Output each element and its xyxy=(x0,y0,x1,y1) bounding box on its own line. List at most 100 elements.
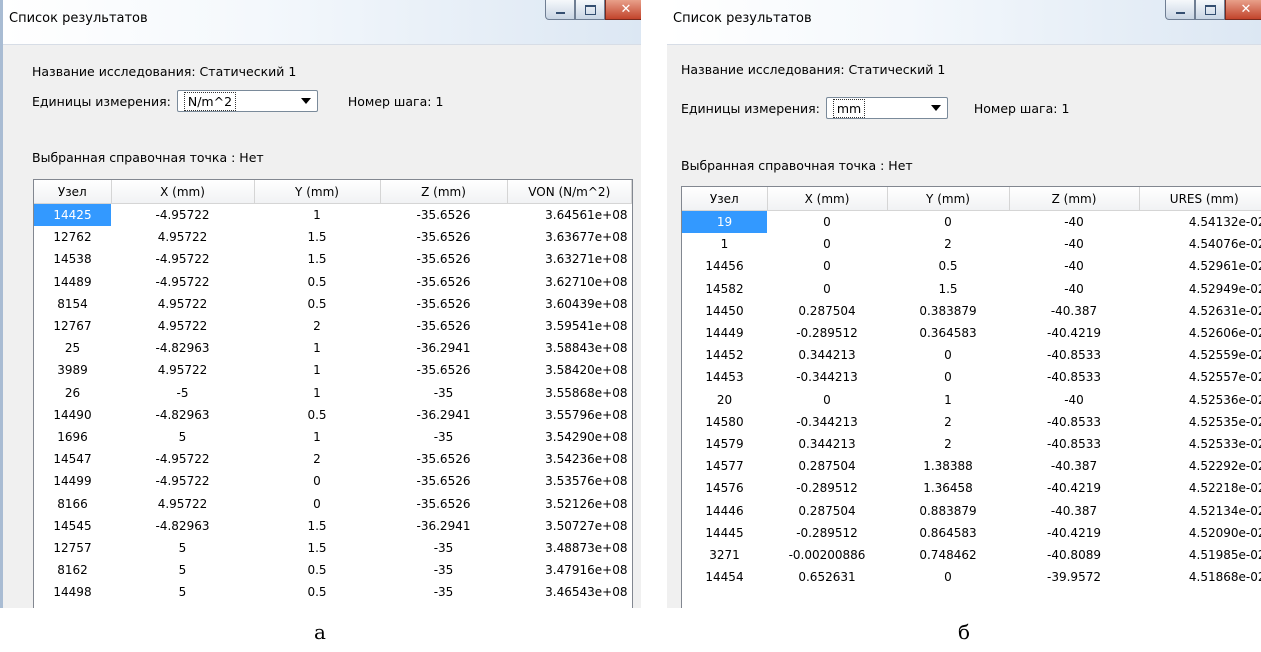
column-header[interactable]: Z (mm) xyxy=(1009,187,1140,211)
column-header[interactable]: Y (mm) xyxy=(254,180,381,204)
results-table[interactable]: Узел X (mm) Y (mm) Z (mm) URES (mm) 19 0 0 -40 4… xyxy=(681,186,1261,608)
table-row[interactable]: 14580 -0.344213 2 -40.8533 4.52535e-02 xyxy=(682,411,1261,433)
column-header[interactable]: URES (mm) xyxy=(1139,187,1261,211)
table-cell: 1.5 xyxy=(307,518,327,533)
table-row[interactable]: 26 -5 1 -35 3.55868e+08 xyxy=(34,382,632,404)
table-cell: 0 xyxy=(944,215,952,230)
table-cell: -36.2941 xyxy=(416,518,471,533)
table-cell: 1696 xyxy=(57,429,88,444)
maximize-button[interactable] xyxy=(1195,0,1225,20)
table-cell: -35.6526 xyxy=(416,208,471,223)
table-cell: 1.5 xyxy=(307,540,327,555)
table-row[interactable]: 14446 0.287504 0.883879 -40.387 4.52134e-02 xyxy=(682,499,1261,521)
results-grid: Узел X (mm) Y (mm) Z (mm) VON (N/m^2) 14425 -… xyxy=(34,180,632,603)
table-cell: 14446 xyxy=(705,503,744,518)
table-row[interactable]: 14576 -0.289512 1.36458 -40.4219 4.52218e-02 xyxy=(682,477,1261,499)
table-row[interactable]: 14489 -4.95722 0.5 -35.6526 3.62710e+08 xyxy=(34,271,632,293)
table-row[interactable]: 14449 -0.289512 0.364583 -40.4219 4.52606e-0… xyxy=(682,322,1261,344)
table-row[interactable]: 20 0 1 -40 4.52536e-02 xyxy=(682,389,1261,411)
table-row[interactable]: 3271 -0.00200886 0.748462 -40.8089 4.51985e-… xyxy=(682,544,1261,566)
title-bar[interactable]: Список результатов ✕ xyxy=(667,0,1261,45)
maximize-button[interactable] xyxy=(575,0,605,20)
table-cell: 3.47916e+08 xyxy=(545,563,628,578)
table-cell: 3.62710e+08 xyxy=(545,274,628,289)
table-cell: -40.4219 xyxy=(1047,481,1101,496)
column-header[interactable]: X (mm) xyxy=(767,187,888,211)
table-cell: -35 xyxy=(433,429,454,444)
table-row[interactable]: 25 -4.82963 1 -36.2941 3.58843e+08 xyxy=(34,337,632,359)
table-row[interactable]: 1 0 2 -40 4.54076e-02 xyxy=(682,233,1261,255)
table-row[interactable]: 12762 4.95722 1.5 -35.6526 3.63677e+08 xyxy=(34,226,632,248)
table-cell: 25 xyxy=(64,341,81,356)
table-cell: -35.6526 xyxy=(416,452,471,467)
table-cell: -4.95722 xyxy=(155,208,210,223)
maximize-icon xyxy=(584,4,596,15)
table-cell: 2 xyxy=(944,237,952,252)
table-row[interactable]: 14445 -0.289512 0.864583 -40.4219 4.52090e-0… xyxy=(682,522,1261,544)
table-cell: 12767 xyxy=(53,319,92,334)
minimize-button[interactable] xyxy=(545,0,575,20)
table-cell: 3271 xyxy=(709,547,740,562)
column-header[interactable]: Y (mm) xyxy=(887,187,1010,211)
close-button[interactable]: ✕ xyxy=(605,0,641,20)
results-table[interactable]: Узел X (mm) Y (mm) Z (mm) VON (N/m^2) 14425 -… xyxy=(33,179,633,608)
table-cell: -40 xyxy=(1064,281,1084,296)
table-cell: -4.95722 xyxy=(155,474,210,489)
close-button[interactable]: ✕ xyxy=(1225,0,1261,20)
table-row[interactable]: 14582 0 1.5 -40 4.52949e-02 xyxy=(682,278,1261,300)
table-row[interactable]: 14452 0.344213 0 -40.8533 4.52559e-02 xyxy=(682,344,1261,366)
column-header[interactable]: VON (N/m^2) xyxy=(507,180,632,204)
table-row[interactable]: 1696 5 1 -35 3.54290e+08 xyxy=(34,426,632,448)
minimize-button[interactable] xyxy=(1165,0,1195,20)
table-cell: 1 xyxy=(313,363,321,378)
table-row[interactable]: 8162 5 0.5 -35 3.47916e+08 xyxy=(34,559,632,581)
column-header[interactable]: Z (mm) xyxy=(380,180,508,204)
units-select[interactable]: mm xyxy=(825,97,948,119)
table-cell: -0.289512 xyxy=(796,525,858,540)
table-cell: -4.95722 xyxy=(155,274,210,289)
table-cell: 4.52535e-02 xyxy=(1188,414,1261,429)
table-row[interactable]: 12767 4.95722 2 -35.6526 3.59541e+08 xyxy=(34,315,632,337)
table-cell: -35 xyxy=(433,540,454,555)
table-cell: 2 xyxy=(944,436,952,451)
table-row[interactable]: 14538 -4.95722 1.5 -35.6526 3.63271e+08 xyxy=(34,248,632,270)
table-row[interactable]: 19 0 0 -40 4.54132e-02 xyxy=(682,210,1261,234)
column-header[interactable]: Узел xyxy=(34,180,112,204)
table-cell: 0.5 xyxy=(307,407,327,422)
title-bar[interactable]: Список результатов ✕ xyxy=(3,0,641,45)
column-header[interactable]: X (mm) xyxy=(111,180,255,204)
study-name-label: Название исследования: Статический 1 xyxy=(32,64,297,79)
table-row[interactable]: 14453 -0.344213 0 -40.8533 4.52557e-02 xyxy=(682,366,1261,388)
units-select[interactable]: N/m^2 xyxy=(176,90,318,112)
table-row[interactable]: 12757 5 1.5 -35 3.48873e+08 xyxy=(34,537,632,559)
table-row[interactable]: 14425 -4.95722 1 -35.6526 3.64561e+08 xyxy=(34,203,632,227)
table-row[interactable]: 14450 0.287504 0.383879 -40.387 4.52631e-02 xyxy=(682,300,1261,322)
column-header[interactable]: Узел xyxy=(682,187,768,211)
table-cell: 0 xyxy=(313,496,321,511)
table-cell: 14445 xyxy=(705,525,744,540)
table-row[interactable]: 3989 4.95722 1 -35.6526 3.58420e+08 xyxy=(34,359,632,381)
table-cell: 0 xyxy=(823,237,831,252)
table-row[interactable]: 14490 -4.82963 0.5 -36.2941 3.55796e+08 xyxy=(34,404,632,426)
table-cell: -4.82963 xyxy=(155,341,210,356)
table-cell: -40.8089 xyxy=(1047,547,1101,562)
table-row[interactable]: 14547 -4.95722 2 -35.6526 3.54236e+08 xyxy=(34,448,632,470)
table-cell: 0.748462 xyxy=(919,547,977,562)
table-row[interactable]: 14579 0.344213 2 -40.8533 4.52533e-02 xyxy=(682,433,1261,455)
table-row[interactable]: 14456 0 0.5 -40 4.52961e-02 xyxy=(682,255,1261,277)
table-row[interactable]: 8166 4.95722 0 -35.6526 3.52126e+08 xyxy=(34,492,632,514)
table-row[interactable]: 14498 5 0.5 -35 3.46543e+08 xyxy=(34,581,632,603)
table-cell: 1 xyxy=(313,341,321,356)
results-window-a: Список результатов ✕ Название исследован… xyxy=(0,0,641,608)
table-row[interactable]: 14577 0.287504 1.38388 -40.387 4.52292e-02 xyxy=(682,455,1261,477)
table-cell: 3.54290e+08 xyxy=(545,429,628,444)
table-cell: -4.82963 xyxy=(155,518,210,533)
table-header-row: Узел X (mm) Y (mm) Z (mm) URES (mm) xyxy=(682,187,1261,211)
table-cell: -0.344213 xyxy=(796,370,858,385)
table-row[interactable]: 14454 0.652631 0 -39.9572 4.51868e-02 xyxy=(682,566,1261,588)
table-cell: 1.36458 xyxy=(923,481,973,496)
table-row[interactable]: 14545 -4.82963 1.5 -36.2941 3.50727e+08 xyxy=(34,515,632,537)
table-row[interactable]: 14499 -4.95722 0 -35.6526 3.53576e+08 xyxy=(34,470,632,492)
table-cell: 1.5 xyxy=(938,281,958,296)
table-row[interactable]: 8154 4.95722 0.5 -35.6526 3.60439e+08 xyxy=(34,293,632,315)
